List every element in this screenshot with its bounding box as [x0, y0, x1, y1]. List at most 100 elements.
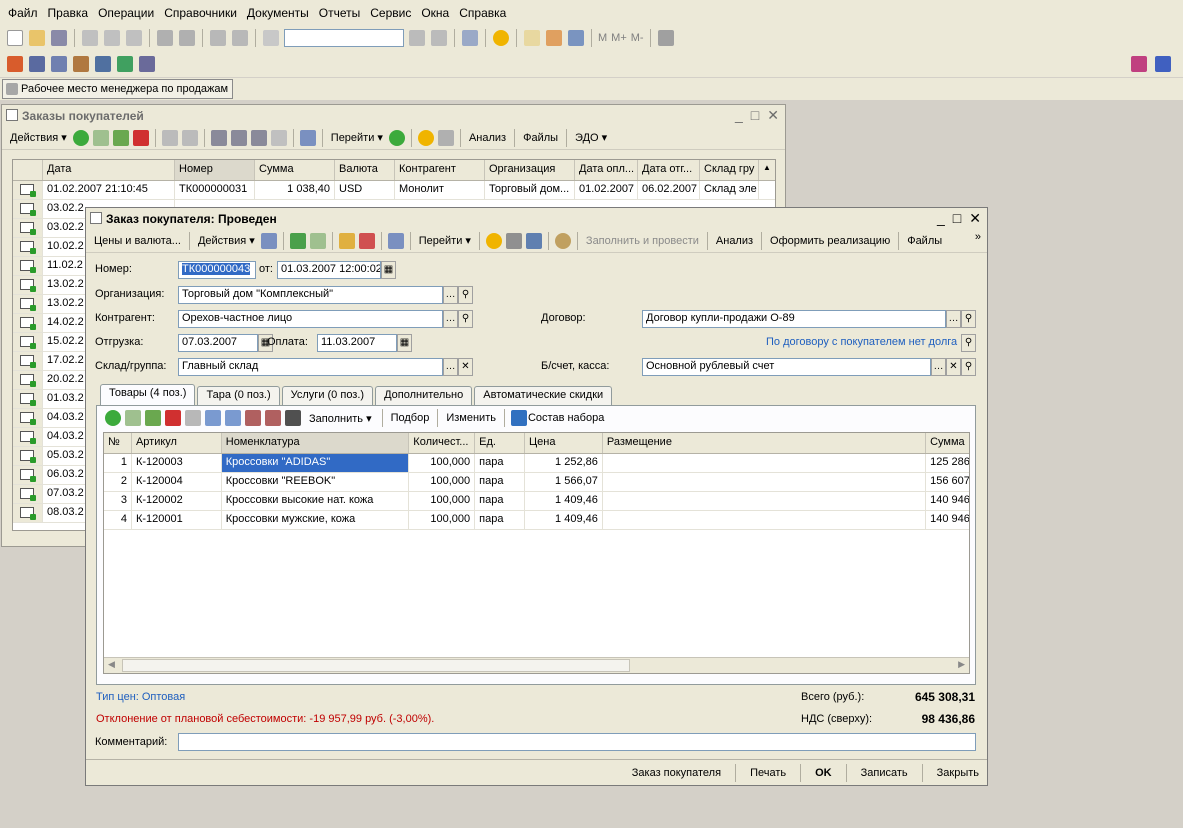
close-icon[interactable]: ✕ — [969, 210, 981, 227]
close-icon[interactable]: ✕ — [767, 107, 779, 124]
column-header-contractor[interactable]: Контрагент — [395, 160, 485, 180]
help-icon[interactable] — [485, 232, 502, 249]
menu-service[interactable]: Сервис — [370, 6, 411, 20]
files-button[interactable]: Файлы — [523, 132, 558, 144]
sort-asc-icon[interactable] — [245, 410, 261, 426]
print-button[interactable]: Печать — [750, 767, 786, 779]
column-header-unit[interactable]: Ед. — [475, 433, 526, 453]
end-edit-icon[interactable] — [185, 410, 201, 426]
print-icon[interactable] — [437, 129, 454, 146]
column-header-payment-date[interactable]: Дата опл... — [575, 160, 638, 180]
memory-minus-button[interactable]: M- — [631, 32, 644, 44]
clock-icon[interactable] — [554, 232, 571, 249]
tab-auto-discounts[interactable]: Автоматические скидки — [474, 386, 613, 405]
copy-document-icon[interactable] — [309, 232, 326, 249]
close-button[interactable]: Закрыть — [937, 767, 979, 779]
number-field[interactable]: ТК000000043 — [178, 261, 256, 279]
sort-desc-icon[interactable] — [265, 410, 281, 426]
horizontal-scrollbar[interactable]: ◀ ▶ — [104, 657, 969, 673]
table-row[interactable]: 01.02.2007 21:10:45 ТК000000031 1 038,40… — [13, 181, 775, 200]
clear-icon[interactable]: ✕ — [458, 358, 473, 376]
menu-operations[interactable]: Операции — [98, 6, 154, 20]
pick-button[interactable]: Подбор — [391, 412, 430, 424]
contract-field[interactable]: Договор купли-продажи О-89 — [642, 310, 946, 328]
save-button[interactable]: Записать — [861, 767, 908, 779]
people-icon[interactable] — [95, 56, 111, 72]
order-print-form-button[interactable]: Заказ покупателя — [632, 767, 721, 779]
open-folder-icon[interactable] — [29, 30, 45, 46]
add-icon[interactable] — [72, 129, 89, 146]
help-icon[interactable] — [417, 129, 434, 146]
column-header-index[interactable]: № — [104, 433, 132, 453]
minimize-icon[interactable]: _ — [937, 210, 945, 227]
actions-menu-button[interactable]: Действия ▾ — [10, 131, 67, 144]
calendar-icon[interactable] — [546, 30, 562, 46]
document-stack-icon[interactable] — [29, 56, 45, 72]
exit-icon[interactable] — [1155, 56, 1171, 72]
move-up-icon[interactable] — [205, 410, 221, 426]
movements-icon[interactable] — [338, 232, 355, 249]
clear-icon[interactable]: ✕ — [946, 358, 961, 376]
ok-button[interactable]: OK — [815, 767, 832, 779]
table-row[interactable]: 2 К-120004 Кроссовки "REEBOK" 100,000 па… — [104, 473, 969, 492]
select-ellipsis-icon[interactable]: … — [443, 286, 458, 304]
select-ellipsis-icon[interactable]: … — [931, 358, 946, 376]
delete-icon[interactable] — [165, 410, 181, 426]
redo-icon[interactable] — [232, 30, 248, 46]
tab-packaging[interactable]: Тара (0 поз.) — [197, 386, 280, 405]
column-header-price[interactable]: Цена — [525, 433, 603, 453]
undo-icon[interactable] — [210, 30, 226, 46]
column-header-sum[interactable]: Сумма — [255, 160, 335, 180]
menu-reports[interactable]: Отчеты — [319, 6, 360, 20]
based-on-icon[interactable] — [299, 129, 316, 146]
user-switch-icon[interactable] — [1131, 56, 1147, 72]
column-header-sum[interactable]: Сумма — [926, 433, 969, 453]
open-search-icon[interactable]: ⚲ — [458, 286, 473, 304]
refresh-icon[interactable] — [388, 129, 405, 146]
payment-date-field[interactable]: 11.03.2007 — [317, 334, 397, 352]
tab-services[interactable]: Услуги (0 поз.) — [281, 386, 374, 405]
edit-icon[interactable] — [112, 129, 129, 146]
menu-file[interactable]: Файл — [8, 6, 38, 20]
table-row[interactable]: 1 К-120003 Кроссовки "ADIDAS" 100,000 па… — [104, 454, 969, 473]
column-header-placement[interactable]: Размещение — [603, 433, 927, 453]
post-icon[interactable] — [260, 232, 277, 249]
goto-menu-button[interactable]: Перейти ▾ — [331, 131, 383, 144]
toolbar-overflow-icon[interactable]: » — [975, 231, 981, 243]
calendar-icon[interactable]: ▦ — [381, 261, 396, 279]
open-search-icon[interactable]: ⚲ — [961, 358, 976, 376]
cut-icon[interactable] — [82, 30, 98, 46]
warehouse-field[interactable]: Главный склад — [178, 358, 443, 376]
menu-windows[interactable]: Окна — [421, 6, 449, 20]
menu-documents[interactable]: Документы — [247, 6, 309, 20]
windows-icon[interactable] — [462, 30, 478, 46]
filter-icon[interactable] — [210, 129, 227, 146]
filter-list-icon[interactable] — [250, 129, 267, 146]
interval-icon[interactable] — [161, 129, 178, 146]
select-ellipsis-icon[interactable]: … — [443, 358, 458, 376]
memory-plus-button[interactable]: M+ — [611, 32, 627, 44]
scrollbar-thumb[interactable] — [122, 659, 630, 672]
sales-manager-workplace-button[interactable]: Рабочее место менеджера по продажам — [2, 79, 234, 99]
table-row[interactable]: 3 К-120002 Кроссовки высокие нат. кожа 1… — [104, 492, 969, 511]
column-header-quantity[interactable]: Количест... — [409, 433, 476, 453]
filter-off-icon[interactable] — [270, 129, 287, 146]
column-header-organization[interactable]: Организация — [485, 160, 575, 180]
column-header-date[interactable]: Дата — [43, 160, 175, 180]
journal-icon[interactable] — [51, 56, 67, 72]
tab-goods[interactable]: Товары (4 поз.) — [100, 384, 196, 405]
scroll-right-icon[interactable]: ▶ — [958, 659, 965, 670]
minimize-icon[interactable]: _ — [735, 107, 743, 124]
date-field[interactable]: 01.03.2007 12:00:02 — [277, 261, 381, 279]
move-down-icon[interactable] — [225, 410, 241, 426]
copy-row-icon[interactable] — [92, 129, 109, 146]
column-header-number[interactable]: Номер — [175, 160, 255, 180]
register-icon[interactable] — [73, 56, 89, 72]
delete-icon[interactable] — [132, 129, 149, 146]
filter-value-icon[interactable] — [230, 129, 247, 146]
books-icon[interactable] — [7, 56, 23, 72]
analysis-button[interactable]: Анализ — [716, 235, 753, 247]
checklist-icon[interactable] — [525, 232, 542, 249]
create-sale-button[interactable]: Оформить реализацию — [770, 235, 890, 247]
contract-debt-link[interactable]: По договору с покупателем нет долга — [766, 336, 957, 348]
